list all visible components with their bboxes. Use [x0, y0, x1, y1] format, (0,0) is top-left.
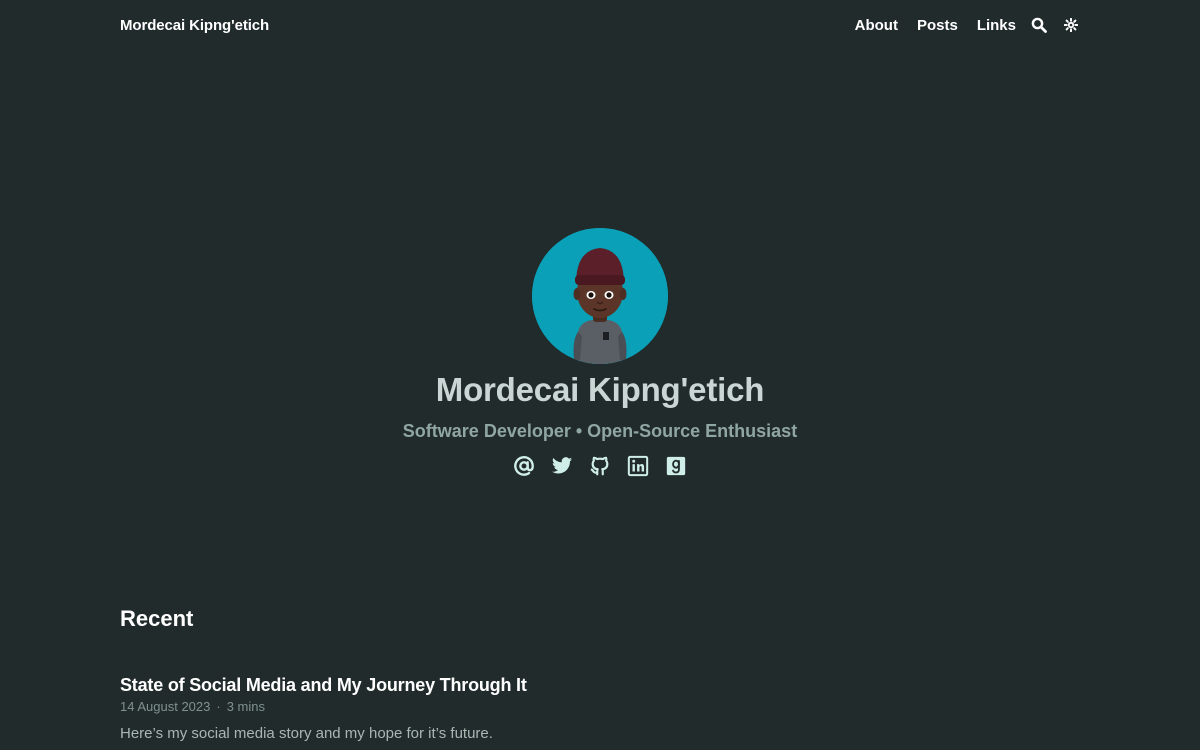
- theme-toggle-icon[interactable]: [1062, 16, 1080, 34]
- recent-heading: Recent: [120, 606, 194, 631]
- profile-section: Mordecai Kipng'etich Software Developer …: [0, 228, 1200, 478]
- post-summary: Here’s my social media story and my hope…: [120, 725, 493, 742]
- avatar: [532, 228, 668, 364]
- email-icon[interactable]: [512, 454, 536, 478]
- post-reading-time: 3 mins: [226, 699, 265, 714]
- nav-link-links[interactable]: Links: [977, 17, 1016, 34]
- profile-name: Mordecai Kipng'etich: [435, 371, 765, 408]
- profile-tagline: Software Developer • Open-Source Enthusi…: [402, 421, 798, 441]
- post-item: State of Social Media and My Journey Thr…: [120, 674, 1080, 744]
- search-icon[interactable]: [1030, 16, 1048, 34]
- post-meta: 14 August 2023 · 3 mins: [120, 698, 1080, 716]
- twitter-icon[interactable]: [550, 454, 574, 478]
- post-meta-separator: ·: [216, 699, 221, 714]
- site-title-link[interactable]: Mordecai Kipng'etich: [120, 17, 269, 34]
- main-nav: About Posts Links: [836, 16, 1080, 34]
- post-date: 14 August 2023: [120, 699, 211, 714]
- github-icon[interactable]: [588, 454, 612, 478]
- goodreads-icon[interactable]: [664, 454, 688, 478]
- recent-section: Recent State of Social Media and My Jour…: [120, 604, 1080, 744]
- post-title-link[interactable]: State of Social Media and My Journey Thr…: [120, 674, 1080, 696]
- nav-link-posts[interactable]: Posts: [917, 17, 958, 34]
- page: Mordecai Kipng'etich About Posts Links M…: [0, 0, 1200, 750]
- social-links: [512, 454, 688, 478]
- linkedin-icon[interactable]: [626, 454, 650, 478]
- nav-link-about[interactable]: About: [855, 17, 898, 34]
- site-header: Mordecai Kipng'etich About Posts Links: [120, 0, 1080, 50]
- avatar-image: [532, 228, 668, 364]
